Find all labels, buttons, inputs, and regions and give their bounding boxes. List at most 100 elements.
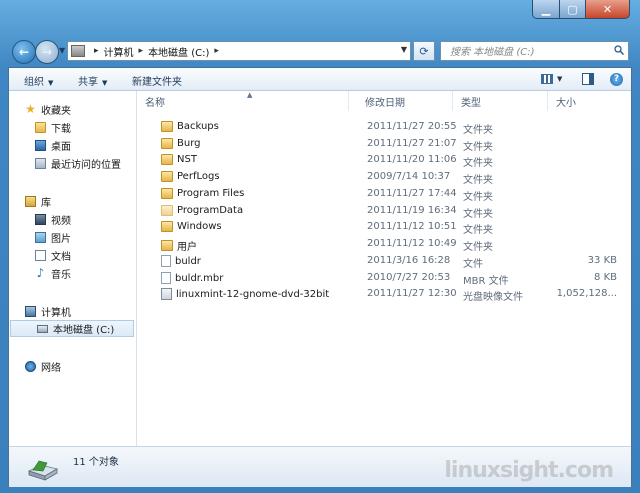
- picture-library-icon: [35, 232, 46, 243]
- details-pane: 11 个对象 linuxsight.com: [9, 446, 631, 487]
- desktop-icon: [35, 140, 46, 151]
- breadcrumb-local-disk[interactable]: 本地磁盘 (C:): [148, 44, 209, 59]
- new-folder-button[interactable]: 新建文件夹: [132, 73, 182, 88]
- file-size: 1,052,128...: [556, 288, 617, 299]
- refresh-icon: ⟳: [419, 44, 429, 58]
- sidebar-item-music[interactable]: ♪ 音乐: [9, 265, 135, 282]
- file-date: 2011/11/12 10:51: [367, 221, 457, 232]
- file-type: 文件夹: [463, 209, 493, 220]
- file-row-linuxmint-iso[interactable]: linuxmint-12-gnome-dvd-32bit 2011/11/27 …: [137, 286, 631, 303]
- sidebar-item-computer[interactable]: 计算机: [9, 303, 135, 320]
- file-date: 2011/11/12 10:49: [367, 238, 457, 249]
- explorer-client-area: 组织 ▼ 共享 ▼ 新建文件夹 ▼ ? ★ 收藏夹 下载 桌面 最近访问的位置 …: [8, 67, 632, 487]
- sidebar-item-local-disk[interactable]: 本地磁盘 (C:): [10, 320, 134, 337]
- computer-icon: [25, 306, 36, 317]
- disc-image-icon: [161, 288, 172, 300]
- sidebar-item-label: 下载: [51, 124, 71, 135]
- organize-button[interactable]: 组织 ▼: [24, 73, 53, 88]
- file-type: 文件夹: [463, 125, 493, 136]
- star-icon: ★: [25, 102, 36, 116]
- file-type: 文件夹: [463, 158, 493, 169]
- sidebar-item-network[interactable]: 网络: [9, 358, 135, 375]
- folder-icon: [161, 221, 173, 232]
- help-button[interactable]: ?: [610, 71, 623, 87]
- back-button[interactable]: ←: [12, 40, 36, 64]
- sidebar-item-libraries[interactable]: 库: [9, 193, 135, 210]
- file-row-burg[interactable]: Burg 2011/11/27 21:07 文件夹: [137, 136, 631, 153]
- file-row-users[interactable]: 用户 2011/11/12 10:49 文件夹: [137, 236, 631, 253]
- search-icon[interactable]: [614, 45, 624, 55]
- folder-icon: [161, 138, 173, 149]
- file-icon: [161, 272, 171, 284]
- sidebar-item-videos[interactable]: 视频: [9, 211, 135, 228]
- file-date: 2011/11/27 20:55: [367, 121, 457, 132]
- sidebar-item-downloads[interactable]: 下载: [9, 119, 135, 136]
- folder-icon: [161, 188, 173, 199]
- chevron-right-icon[interactable]: ▸: [94, 46, 99, 56]
- search-box[interactable]: [440, 41, 629, 61]
- file-row-program-files[interactable]: Program Files 2011/11/27 17:44 文件夹: [137, 186, 631, 203]
- sidebar-item-recent-places[interactable]: 最近访问的位置: [9, 155, 135, 172]
- forward-button[interactable]: →: [35, 40, 59, 64]
- file-type: 文件夹: [463, 242, 493, 253]
- file-row-programdata[interactable]: ProgramData 2011/11/19 16:34 文件夹: [137, 203, 631, 220]
- file-type: 文件夹: [463, 142, 493, 153]
- column-header-date[interactable]: 修改日期: [357, 91, 453, 111]
- sidebar-item-label: 文档: [51, 252, 71, 263]
- preview-pane-button[interactable]: [582, 71, 594, 87]
- file-name: Backups: [177, 121, 219, 132]
- minimize-button[interactable]: ▁: [532, 0, 560, 19]
- file-name: PerfLogs: [177, 171, 220, 182]
- column-header-name[interactable]: 名称: [137, 91, 349, 111]
- file-name: buldr: [175, 255, 201, 267]
- navigation-pane: ★ 收藏夹 下载 桌面 最近访问的位置 库 视频 图片 文档 ♪ 音乐 计算机 …: [9, 91, 137, 446]
- sidebar-item-label: 网络: [41, 363, 61, 374]
- address-dropdown-icon[interactable]: ▼: [401, 45, 407, 54]
- file-row-perflogs[interactable]: PerfLogs 2009/7/14 10:37 文件夹: [137, 169, 631, 186]
- hard-drive-icon: [27, 460, 59, 481]
- close-button[interactable]: ✕: [586, 0, 630, 19]
- chevron-right-icon[interactable]: ▸: [139, 46, 144, 56]
- file-name: 用户: [177, 242, 197, 253]
- library-icon: [25, 196, 36, 207]
- file-row-nst[interactable]: NST 2011/11/20 11:06 文件夹: [137, 152, 631, 169]
- sidebar-item-label: 库: [41, 198, 51, 209]
- column-header-type[interactable]: 类型: [453, 91, 548, 111]
- breadcrumb-computer[interactable]: 计算机: [104, 44, 134, 59]
- change-view-button[interactable]: ▼: [541, 71, 562, 87]
- explorer-window: ▁ ▢ ✕ ← → ▼ ▸ 计算机 ▸ 本地磁盘 (C:) ▸ ▼ ⟳ 搜索 本…: [0, 0, 640, 493]
- sidebar-item-label: 收藏夹: [41, 106, 71, 117]
- sidebar-item-label: 视频: [51, 216, 71, 227]
- folder-icon: [161, 171, 173, 182]
- file-row-buldr-mbr[interactable]: buldr.mbr 2010/7/27 20:53 MBR 文件 8 KB: [137, 270, 631, 287]
- file-type: 文件夹: [463, 225, 493, 236]
- music-note-icon: ♪: [36, 266, 45, 280]
- column-header-size[interactable]: 大小: [548, 91, 631, 111]
- folder-icon: [161, 240, 173, 251]
- item-count: 11 个对象: [73, 457, 119, 468]
- document-library-icon: [35, 250, 46, 261]
- video-library-icon: [35, 214, 46, 225]
- share-button[interactable]: 共享 ▼: [78, 73, 107, 88]
- computer-icon: [71, 45, 85, 57]
- file-icon: [161, 255, 171, 267]
- share-label: 共享: [78, 77, 98, 88]
- file-type: 文件夹: [463, 175, 493, 186]
- sidebar-item-pictures[interactable]: 图片: [9, 229, 135, 246]
- refresh-button[interactable]: ⟳: [413, 41, 435, 61]
- network-icon: [25, 361, 36, 372]
- chevron-right-icon[interactable]: ▸: [214, 46, 219, 56]
- recent-pages-dropdown-icon[interactable]: ▼: [59, 46, 65, 55]
- file-row-buldr[interactable]: buldr 2011/3/16 16:28 文件 33 KB: [137, 253, 631, 270]
- sidebar-item-desktop[interactable]: 桌面: [9, 137, 135, 154]
- sidebar-item-documents[interactable]: 文档: [9, 247, 135, 264]
- maximize-button[interactable]: ▢: [560, 0, 586, 19]
- file-size: 8 KB: [594, 272, 617, 283]
- file-date: 2011/11/27 12:30: [367, 288, 457, 299]
- organize-label: 组织: [24, 77, 44, 88]
- address-bar[interactable]: ▸ 计算机 ▸ 本地磁盘 (C:) ▸ ▼: [67, 41, 411, 61]
- sidebar-item-favorites[interactable]: ★ 收藏夹: [9, 101, 135, 118]
- file-row-windows[interactable]: Windows 2011/11/12 10:51 文件夹: [137, 219, 631, 236]
- search-input[interactable]: [448, 43, 612, 61]
- file-row-backups[interactable]: Backups 2011/11/27 20:55 文件夹: [137, 119, 631, 136]
